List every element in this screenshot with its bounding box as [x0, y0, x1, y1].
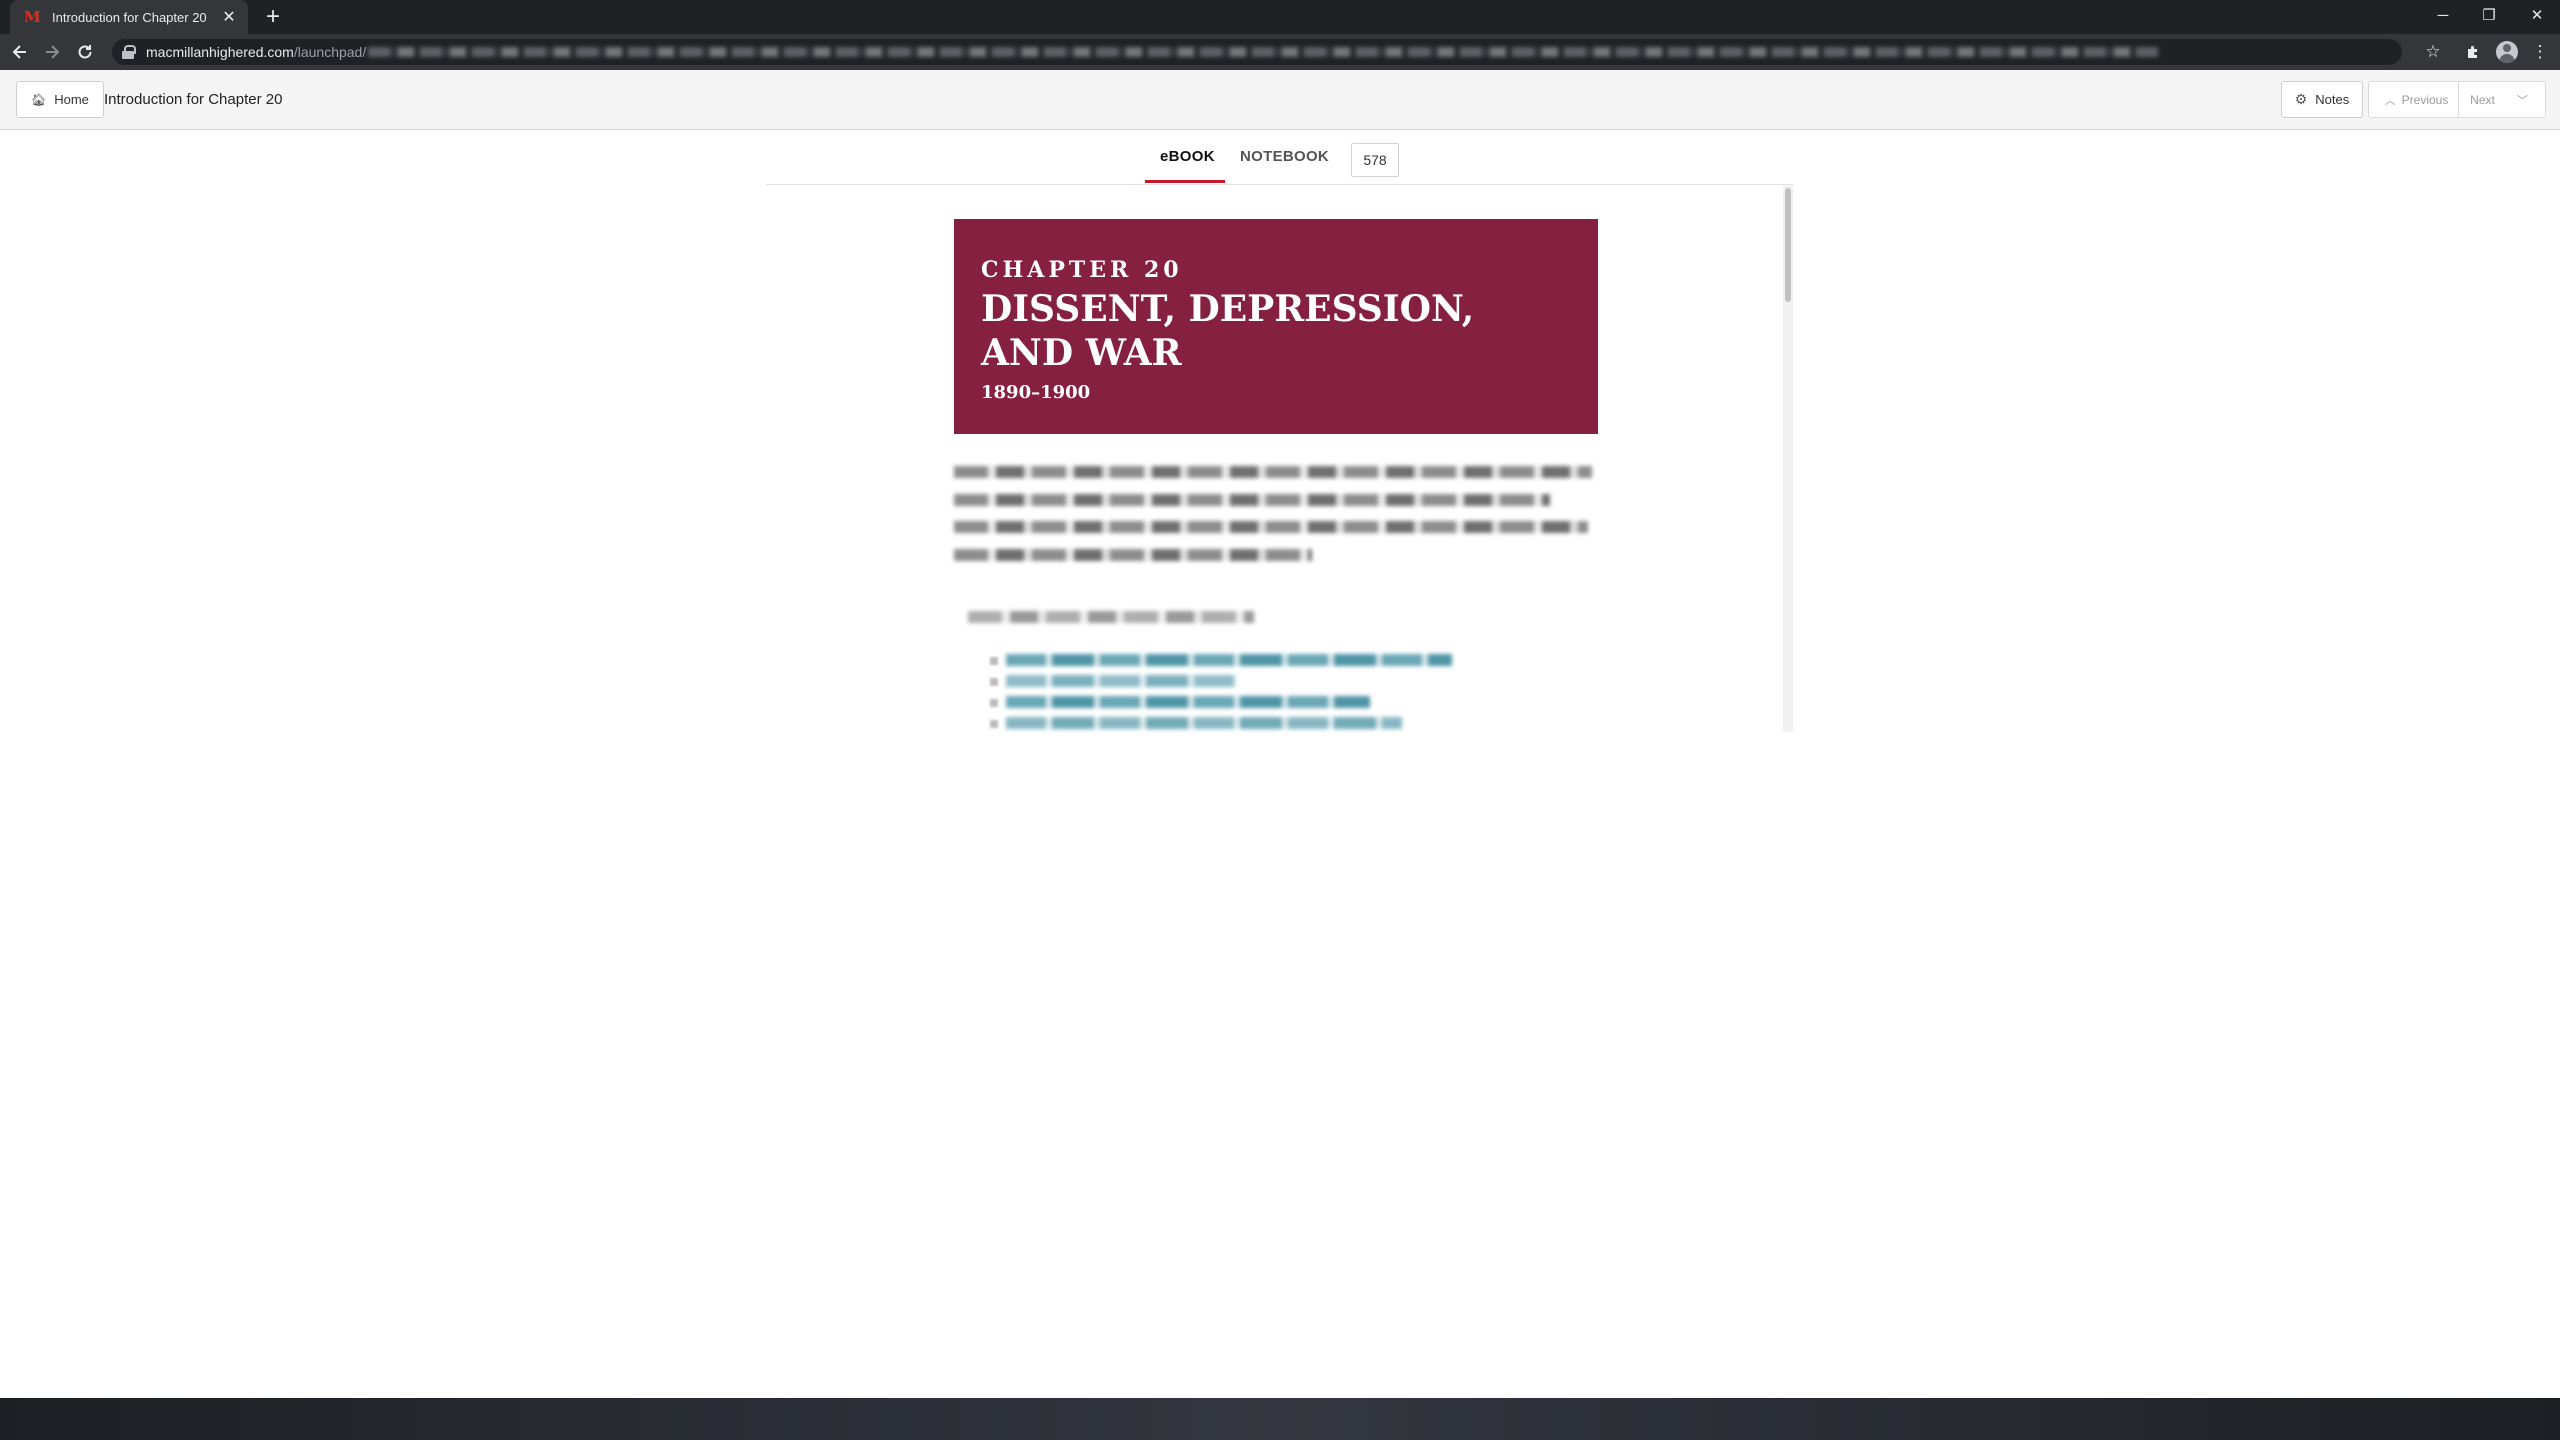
redacted-subheading — [968, 611, 1254, 623]
reader-scrollbar-thumb[interactable] — [1785, 188, 1791, 302]
previous-button[interactable]: ︿ Previous — [2369, 82, 2459, 117]
chapter-title: DISSENT, DEPRESSION, AND WAR — [981, 288, 1475, 374]
reader-tabs — [766, 61, 1794, 185]
redacted-link[interactable] — [1006, 654, 1452, 666]
next-label: Next — [2470, 92, 2495, 107]
list-bullet — [990, 657, 998, 665]
chapter-banner: CHAPTER 20 DISSENT, DEPRESSION, AND WAR … — [954, 219, 1598, 434]
gear-icon: ⚙ — [2294, 91, 2308, 107]
redacted-text-line — [954, 466, 1592, 478]
browser-tab-title: Introduction for Chapter 20 — [52, 9, 207, 25]
macmillan-favicon-icon: M — [24, 8, 41, 26]
notes-button[interactable]: ⚙ Notes — [2281, 81, 2363, 118]
active-tab-indicator — [1145, 180, 1225, 183]
page-title: Introduction for Chapter 20 — [104, 91, 283, 108]
new-tab-icon[interactable]: + — [258, 2, 288, 32]
url-host: macmillanhighered.com — [146, 44, 294, 60]
url-redacted — [368, 47, 2159, 57]
tab-close-icon[interactable]: ✕ — [220, 7, 238, 27]
profile-avatar-icon[interactable] — [2496, 41, 2518, 63]
lock-icon — [122, 45, 136, 59]
redacted-link[interactable] — [1006, 675, 1236, 687]
notes-button-label: Notes — [2315, 92, 2350, 107]
redacted-text-line — [954, 494, 1550, 506]
prev-next-group: ︿ Previous Next ﹀ — [2368, 81, 2546, 118]
next-button[interactable]: Next ﹀ — [2459, 82, 2545, 117]
home-icon: 🏠︎ — [31, 92, 47, 107]
previous-label: Previous — [2401, 92, 2449, 107]
chapter-label: CHAPTER 20 — [981, 257, 1183, 283]
bookmark-star-icon[interactable]: ☆ — [2420, 39, 2446, 65]
redacted-text-line — [954, 521, 1588, 533]
redacted-link[interactable] — [1006, 717, 1402, 729]
minimize-icon[interactable]: ─ — [2420, 0, 2466, 30]
puzzle-icon[interactable] — [2460, 39, 2486, 65]
list-bullet — [990, 720, 998, 728]
chevron-down-icon: ﹀ — [2516, 94, 2528, 107]
chevron-up-icon: ︿ — [2384, 94, 2396, 107]
browser-tab[interactable]: M Introduction for Chapter 20 ✕ — [10, 0, 248, 34]
desktop-background — [0, 1398, 2560, 1440]
tab-ebook[interactable]: eBOOK — [1160, 148, 1215, 165]
page-number-box[interactable]: 578 — [1351, 143, 1399, 177]
redacted-link[interactable] — [1006, 696, 1370, 708]
tab-notebook[interactable]: NOTEBOOK — [1240, 148, 1329, 165]
list-bullet — [990, 678, 998, 686]
redacted-text-line — [954, 549, 1312, 561]
forward-arrow-icon[interactable] — [38, 38, 66, 66]
home-button-label: Home — [54, 92, 89, 107]
restore-icon[interactable]: ❐ — [2466, 0, 2512, 30]
url-path: /launchpad/ — [293, 44, 367, 60]
back-arrow-icon[interactable] — [6, 38, 34, 66]
browser-tabstrip: M Introduction for Chapter 20 ✕ + ─ ❐ ✕ — [0, 0, 2560, 34]
list-bullet — [990, 699, 998, 707]
reload-icon[interactable] — [71, 38, 99, 66]
home-button[interactable]: 🏠︎ Home — [16, 81, 104, 118]
window-close-icon[interactable]: ✕ — [2514, 0, 2560, 30]
chapter-dates: 1890–1900 — [981, 382, 1091, 403]
kebab-menu-icon[interactable]: ⋮ — [2527, 39, 2553, 65]
